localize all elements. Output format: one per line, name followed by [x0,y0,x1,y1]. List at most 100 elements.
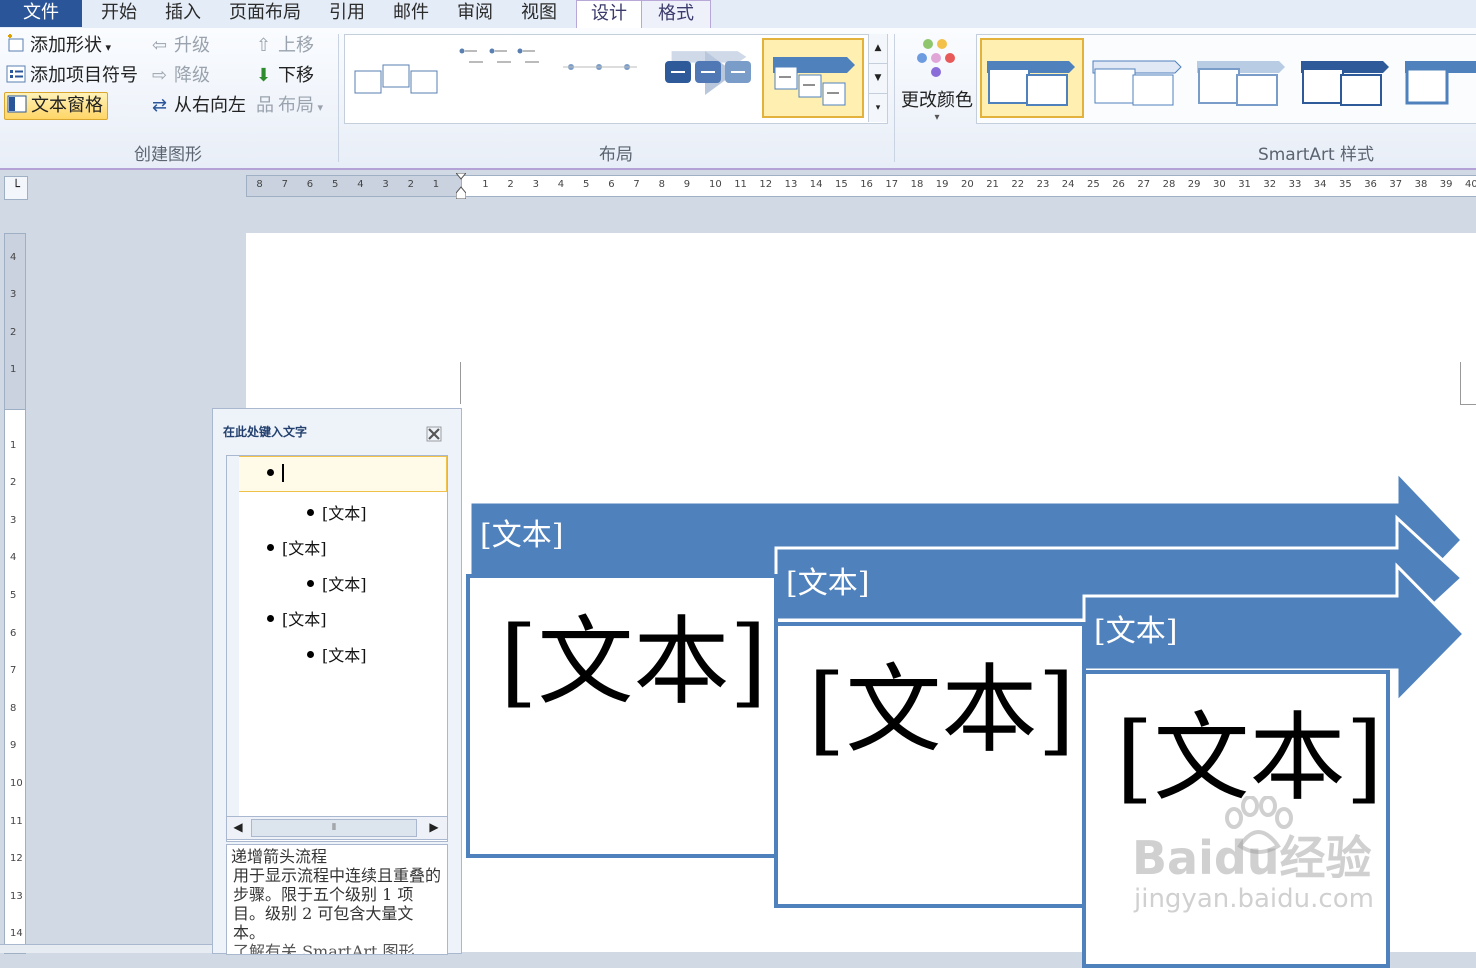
tab-insert[interactable]: 插入 [156,0,210,27]
indent-marker-icon[interactable] [454,172,468,200]
layout-thumb-4 [665,51,751,95]
tab-mailings[interactable]: 邮件 [384,0,438,27]
ruler-tick-label: 8 [256,179,263,190]
text-pane-item[interactable]: [文本] [307,642,367,666]
style-thumb-4 [1301,61,1389,106]
text-pane-item[interactable] [267,464,284,483]
text-pane-item[interactable]: [文本] [307,571,367,595]
band-2-text[interactable]: [文本] [786,558,869,602]
scroll-left-icon[interactable]: ◀ [229,819,247,835]
text-cursor [282,464,284,482]
move-up-button[interactable]: ⇧ 上移 [256,33,314,59]
layout-button[interactable]: 品布局 ▾ [256,93,323,119]
band-1-text[interactable]: [文本] [480,510,563,554]
band-3-text[interactable]: [文本] [1094,606,1177,650]
promote-button[interactable]: ⇦ 升级 [152,33,210,59]
ruler-tick-label: 6 [306,179,314,190]
ruler-tick-label: 5 [10,590,17,601]
ruler-tick-label: 3 [10,289,17,301]
tab-view[interactable]: 视图 [512,0,566,27]
arrow-up-icon: ⇧ [256,35,272,56]
text-pane-editor[interactable]: [文本] [文本] [文本] [文本] [文本] [226,455,448,842]
style-thumb-2 [1092,60,1182,106]
scroll-down-icon[interactable]: ▼ [869,63,887,93]
text-pane-item-text: [文本] [282,610,327,629]
style-thumbnails [980,38,1476,118]
ribbon-tab-bar: 文件 开始 插入 页面布局 引用 邮件 审阅 视图 设计 格式 [0,0,1476,29]
watermark: Baidu经验 jingyan.baidu.com [1132,796,1402,926]
ruler-tick-label: 7 [281,179,288,190]
ruler-tick-label: 6 [10,627,17,639]
group-divider [894,34,895,162]
ruler-tick-label: 4 [10,552,17,564]
promote-label: 升级 [174,35,210,56]
tab-file[interactable]: 文件 [0,0,82,27]
ruler-tick-label: 36 [1364,179,1377,190]
tab-review[interactable]: 审阅 [448,0,502,27]
ruler-tick-label: 20 [961,179,974,190]
add-shape-label: 添加形状 [30,35,102,56]
bullet-icon [307,579,314,587]
ruler-tick-label: 15 [835,179,848,190]
bullet-icon [267,469,274,476]
smartart-style-gallery[interactable] [976,34,1476,124]
box-3-text[interactable]: [文本] [1116,710,1383,806]
add-bullet-button[interactable]: 添加项目符号 [6,63,138,89]
tab-references[interactable]: 引用 [320,0,374,27]
demote-label: 降级 [174,65,210,86]
ruler-tick-label: 4 [357,179,364,190]
text-pane-item[interactable]: [文本] [307,500,367,524]
tab-home[interactable]: 开始 [92,0,146,27]
ruler-tick-label: 38 [1414,179,1428,190]
ruler-tick-label: 40 [1465,179,1476,190]
box-1-text[interactable]: [文本] [500,614,767,710]
content-box-2[interactable]: [文本] [774,622,1086,908]
demote-button[interactable]: ⇨ 降级 [152,63,210,89]
watermark-url: jingyan.baidu.com [1134,884,1374,914]
add-shape-button[interactable]: 添加形状 ▾ [6,33,111,59]
ruler-tick-label: 3 [10,514,17,526]
bullet-list-icon [6,65,26,83]
tab-format[interactable]: 格式 [641,0,711,28]
text-pane[interactable]: 在此处键入文字 [文本] [文本] [文本] [文本] [文本] ◀ ⦀ ▶ 递增箭头流… [212,408,462,955]
change-colors-button[interactable]: 更改颜色 ▾ [900,36,974,136]
move-down-label: 下移 [278,65,314,86]
layout-thumb-selected [762,38,864,118]
ruler-tick-label: 27 [1137,179,1151,190]
ruler-tick-label: 1 [10,364,17,376]
tab-selector-button[interactable]: └ [4,176,28,200]
ruler-tick-label: 13 [10,890,23,902]
text-pane-horizontal-scrollbar[interactable]: ◀ ⦀ ▶ [226,816,448,840]
bullet-icon [267,544,274,551]
scroll-thumb[interactable]: ⦀ [251,819,417,837]
box-2-text[interactable]: [文本] [808,662,1075,758]
layout-thumbnails [354,38,864,118]
layout-gallery-scrollbar[interactable]: ▲ ▼ ▾ [868,34,887,122]
style-thumb-5 [1405,61,1476,105]
ruler-tick-label: 2 [10,326,17,338]
arrow-right-icon: ⇨ [152,65,168,86]
text-pane-item[interactable]: [文本] [267,606,327,630]
ruler-tick-label: 5 [332,179,339,190]
move-down-button[interactable]: ⬇ 下移 [256,63,314,89]
text-pane-item[interactable]: [文本] [267,535,327,559]
tab-page-layout[interactable]: 页面布局 [222,0,308,27]
ruler-tick-label: 3 [532,179,539,190]
palette-icon [917,39,955,77]
ruler-tick-label: 4 [557,179,565,190]
ruler-tick-label: 2 [407,179,414,190]
style-thumb-3 [1197,61,1285,106]
text-pane-button[interactable]: 文本窗格 [4,92,108,120]
scroll-right-icon[interactable]: ▶ [425,819,443,835]
scroll-up-icon[interactable]: ▲ [869,34,887,63]
content-box-1[interactable]: [文本] [466,574,778,858]
learn-more-link[interactable]: 了解有关 SmartArt 图形 [227,942,447,954]
tab-design[interactable]: 设计 [576,0,642,28]
ruler-tick-label: 21 [986,179,999,190]
text-pane-item-text: [文本] [282,539,327,558]
close-icon[interactable] [426,426,442,442]
gallery-more-icon[interactable]: ▾ [869,93,887,123]
arrow-left-icon: ⇦ [152,35,168,56]
layout-gallery[interactable] [344,34,888,124]
right-to-left-button[interactable]: ⇄ 从右向左 [152,93,246,119]
